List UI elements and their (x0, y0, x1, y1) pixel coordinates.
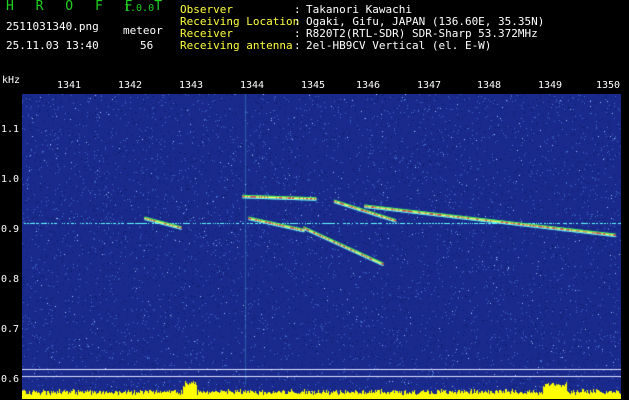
file-name: 2511031340.png (6, 20, 99, 33)
y-axis-label: kHz (2, 75, 21, 86)
app-version: 1.0.0 (124, 3, 155, 14)
y-tick-1.1: 1.1 (1, 124, 20, 135)
antenna-value: 2el-HB9CV Vertical (el. E-W) (306, 39, 492, 52)
antenna-key: Receiving antenna (180, 39, 293, 52)
meteor-label: meteor (123, 24, 163, 37)
x-tick-1350: 1350 (596, 80, 621, 91)
x-tick-1344: 1344 (240, 80, 265, 91)
x-tick-1345: 1345 (301, 80, 326, 91)
x-tick-1349: 1349 (538, 80, 563, 91)
x-tick-1347: 1347 (417, 80, 442, 91)
x-tick-1343: 1343 (179, 80, 204, 91)
y-tick-1.0: 1.0 (1, 174, 20, 185)
y-tick-0.9: 0.9 (1, 224, 20, 235)
y-tick-0.8: 0.8 (1, 274, 20, 285)
y-tick-0.6: 0.6 (1, 374, 20, 385)
date-time: 25.11.03 13:40 (6, 39, 99, 52)
x-tick-1342: 1342 (118, 80, 143, 91)
antenna-colon: : (294, 39, 301, 52)
x-tick-1348: 1348 (477, 80, 502, 91)
x-tick-1346: 1346 (356, 80, 381, 91)
spectrogram-plot (22, 94, 621, 399)
meteor-count: 56 (140, 39, 154, 52)
x-tick-1341: 1341 (57, 80, 82, 91)
y-tick-0.7: 0.7 (1, 324, 20, 335)
